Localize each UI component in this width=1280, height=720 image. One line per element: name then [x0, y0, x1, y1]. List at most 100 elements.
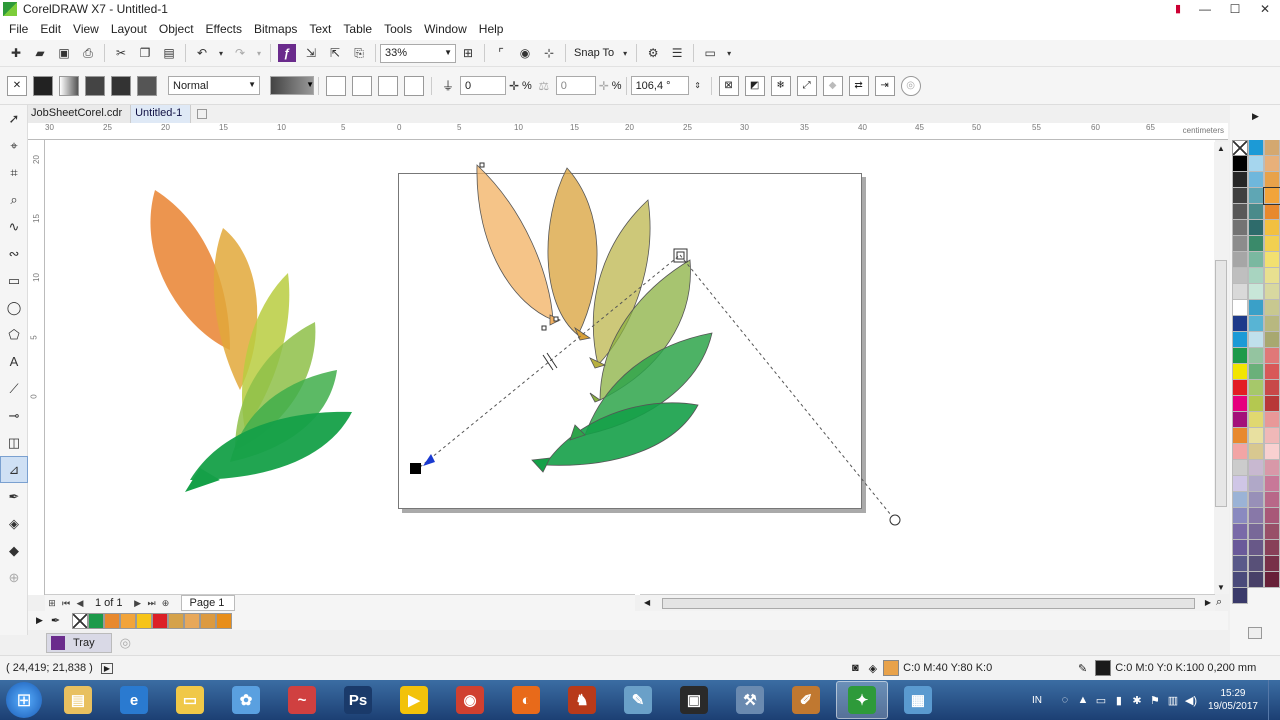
palette-swatch[interactable]	[1248, 444, 1264, 460]
palette-swatch[interactable]	[1232, 588, 1248, 604]
palette-swatch[interactable]	[1248, 396, 1264, 412]
add-page-icon[interactable]: ⊞	[45, 598, 59, 609]
zoom-page-icon[interactable]: ⊞	[459, 44, 477, 62]
next-page-icon[interactable]: ▶	[131, 598, 145, 609]
menu-edit[interactable]: Edit	[40, 22, 61, 36]
paste-icon[interactable]: ▤	[160, 44, 178, 62]
flag-icon[interactable]: ⚑	[1146, 694, 1164, 707]
merge-mode-combo[interactable]: Normal ▼	[168, 76, 260, 95]
rectangle-tool-icon[interactable]: ▭	[0, 267, 28, 294]
blend-tool-icon[interactable]: ◫	[0, 429, 28, 456]
scroll-down-icon[interactable]: ▼	[1217, 583, 1225, 592]
last-page-icon[interactable]: ⏭	[145, 598, 159, 609]
zoom-icon[interactable]: ⌕	[1216, 596, 1222, 609]
palette-swatch[interactable]	[1232, 572, 1248, 588]
palette-swatch[interactable]	[88, 612, 105, 629]
menu-file[interactable]: File	[9, 22, 28, 36]
menu-bitmaps[interactable]: Bitmaps	[254, 22, 297, 36]
palette-swatch[interactable]	[1232, 284, 1248, 300]
palette-swatch[interactable]	[1264, 204, 1280, 220]
palette-swatch[interactable]	[1264, 428, 1280, 444]
palette-swatch[interactable]	[1248, 268, 1264, 284]
palette-swatch[interactable]	[1248, 412, 1264, 428]
palette-up-icon[interactable]: ▶	[1252, 111, 1259, 122]
palette-swatch[interactable]	[1264, 364, 1280, 380]
palette-swatch[interactable]	[1232, 492, 1248, 508]
vector-pattern-transparency-icon[interactable]	[85, 75, 105, 96]
taskbar-explorer-button[interactable]: ▤	[52, 681, 104, 719]
app-tray-icon[interactable]: ▲	[1074, 694, 1092, 706]
bluetooth-icon[interactable]: ✱	[1128, 694, 1146, 707]
rulers-icon[interactable]: ⌜	[492, 44, 510, 62]
palette-swatch[interactable]	[1264, 524, 1280, 540]
palette-swatch[interactable]	[1264, 412, 1280, 428]
play-icon[interactable]: ▶	[100, 662, 113, 674]
chevron-down-icon[interactable]: ▾	[725, 44, 733, 62]
edit-transparency-icon[interactable]: ◆	[822, 75, 843, 96]
uniform-transparency-icon[interactable]	[33, 75, 53, 96]
palette-swatch[interactable]	[1248, 572, 1264, 588]
freehand-tool-icon[interactable]: ∿	[0, 213, 28, 240]
options-icon[interactable]: ⚙	[644, 44, 662, 62]
add-tool-icon[interactable]: ⊕	[0, 564, 28, 591]
palette-swatch[interactable]	[1232, 380, 1248, 396]
dimension-tool-icon[interactable]: ⟋	[0, 375, 28, 402]
clock[interactable]: 15:29 19/05/2017	[1208, 687, 1258, 713]
add-page-after-icon[interactable]: ⊕	[159, 598, 173, 609]
copy-icon[interactable]: ❐	[136, 44, 154, 62]
crop-tool-icon[interactable]: ⌗	[0, 159, 28, 186]
leaf-cluster-left[interactable]	[150, 190, 352, 492]
palette-swatch[interactable]	[1232, 204, 1248, 220]
palette-swatch[interactable]	[1264, 300, 1280, 316]
palette-swatch[interactable]	[1264, 508, 1280, 524]
view-mode-icon[interactable]: ◉	[516, 44, 534, 62]
palette-swatch[interactable]	[1232, 396, 1248, 412]
options-icon[interactable]: ◎	[900, 75, 921, 96]
open-folder-icon[interactable]: ▰	[31, 44, 49, 62]
save-icon[interactable]: ▣	[55, 44, 73, 62]
taskbar-media-button[interactable]: ▶	[388, 681, 440, 719]
palette-swatch[interactable]	[1264, 556, 1280, 572]
palette-swatch[interactable]	[1264, 460, 1280, 476]
pick-tool-icon[interactable]: ➚	[0, 105, 28, 132]
menu-text[interactable]: Text	[309, 22, 331, 36]
import-icon[interactable]: ⇲	[302, 44, 320, 62]
page-tab[interactable]: Page 1	[180, 595, 236, 611]
rectangular-fountain-icon[interactable]	[404, 75, 424, 96]
palette-swatch[interactable]	[1248, 348, 1264, 364]
undo-dropdown-icon[interactable]: ▾	[217, 44, 225, 62]
scroll-left-icon[interactable]: ◀	[644, 598, 650, 607]
taskbar-pinwheel-button[interactable]: ✿	[220, 681, 272, 719]
tray-add-icon[interactable]: ◎	[120, 635, 131, 651]
palette-swatch[interactable]	[1264, 316, 1280, 332]
palette-swatch[interactable]	[1264, 220, 1280, 236]
transparency-tool-icon[interactable]: ⊿	[0, 456, 28, 483]
palette-swatch[interactable]	[1248, 540, 1264, 556]
taskbar-firefox-button[interactable]: ◐	[500, 681, 552, 719]
ellipse-tool-icon[interactable]: ◯	[0, 294, 28, 321]
horizontal-scrollbar[interactable]: ◀ ▶	[640, 594, 1215, 611]
doc-tab-untitled[interactable]: Untitled-1	[131, 105, 192, 123]
palette-swatch[interactable]	[1248, 428, 1264, 444]
pen-icon[interactable]: ✎	[1078, 662, 1087, 675]
chevron-down-icon[interactable]: ▾	[621, 44, 629, 62]
undo-icon[interactable]: ↶	[193, 44, 211, 62]
palette-swatch[interactable]	[1264, 444, 1280, 460]
palette-swatch[interactable]	[1248, 204, 1264, 220]
new-tab-icon[interactable]	[197, 109, 208, 119]
show-desktop-button[interactable]	[1268, 680, 1280, 720]
new-document-icon[interactable]: ✚	[7, 44, 25, 62]
tray-button[interactable]: Tray	[46, 633, 112, 653]
palette-swatch[interactable]	[1248, 476, 1264, 492]
horizontal-ruler[interactable]: 30 25 20 15 10 5 0 5 10 15 20 25 30 35 4…	[28, 123, 1228, 140]
drawing-canvas[interactable]	[45, 140, 1215, 595]
taskbar-files-button[interactable]: ▭	[164, 681, 216, 719]
fountain-transparency-icon[interactable]	[59, 75, 79, 96]
fill-bucket-icon[interactable]: ◈	[869, 662, 877, 675]
text-tool-icon[interactable]: A	[0, 348, 28, 375]
palette-expand-icon[interactable]	[1248, 627, 1262, 639]
palette-swatch[interactable]	[1232, 220, 1248, 236]
fill-color-swatch[interactable]	[883, 660, 900, 676]
menu-window[interactable]: Window	[424, 22, 467, 36]
connector-tool-icon[interactable]: ⊸	[0, 402, 28, 429]
